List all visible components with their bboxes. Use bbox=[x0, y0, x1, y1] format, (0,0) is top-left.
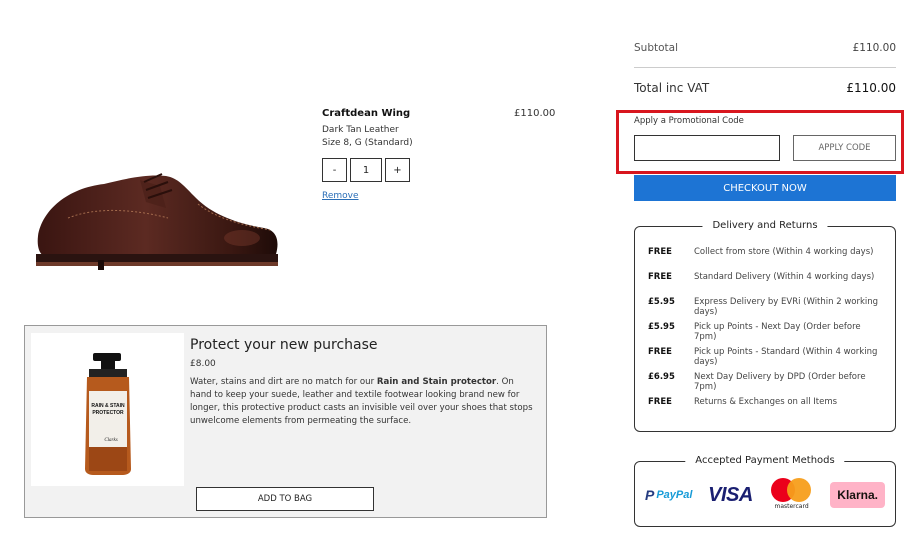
apply-code-button[interactable]: APPLY CODE bbox=[793, 135, 896, 161]
delivery-row: FREE Returns & Exchanges on all Items bbox=[648, 397, 884, 408]
delivery-price: £6.95 bbox=[648, 372, 675, 382]
paypal-icon: P PayPal bbox=[645, 487, 693, 503]
delivery-row: £5.95 Pick up Points - Next Day (Order b… bbox=[648, 322, 884, 342]
promo-label: Apply a Promotional Code bbox=[634, 116, 744, 126]
delivery-row: FREE Collect from store (Within 4 workin… bbox=[648, 247, 884, 258]
payment-logos: P PayPal VISA mastercard Klarna. bbox=[645, 478, 885, 512]
qty-increase-button[interactable]: + bbox=[385, 158, 410, 182]
upsell-description: Water, stains and dirt are no match for … bbox=[190, 377, 533, 426]
delivery-price: FREE bbox=[648, 272, 672, 282]
delivery-price: £5.95 bbox=[648, 297, 675, 307]
shoe-illustration bbox=[36, 173, 278, 270]
spray-bottle-illustration: RAIN & STAIN PROTECTOR Clarks bbox=[85, 353, 131, 475]
qty-input[interactable]: 1 bbox=[350, 158, 382, 182]
payment-methods-box: Accepted Payment Methods P PayPal VISA m… bbox=[634, 455, 896, 527]
total-label: Total inc VAT bbox=[634, 81, 710, 95]
delivery-price: FREE bbox=[648, 247, 672, 257]
mastercard-icon: mastercard bbox=[769, 478, 815, 512]
bottle-label-line2: PROTECTOR bbox=[92, 410, 124, 416]
delivery-desc: Express Delivery by EVRi (Within 2 worki… bbox=[694, 297, 879, 317]
delivery-row: £6.95 Next Day Delivery by DPD (Order be… bbox=[648, 372, 884, 392]
delivery-desc: Standard Delivery (Within 4 working days… bbox=[694, 272, 875, 282]
summary-divider bbox=[634, 67, 896, 68]
payment-title: Accepted Payment Methods bbox=[685, 455, 845, 466]
delivery-row: FREE Pick up Points - Standard (Within 4… bbox=[648, 347, 884, 367]
product-size: Size 8, G (Standard) bbox=[322, 138, 413, 148]
subtotal-label: Subtotal bbox=[634, 42, 678, 54]
product-color: Dark Tan Leather bbox=[322, 125, 399, 135]
bottle-brand: Clarks bbox=[104, 438, 117, 443]
remove-link[interactable]: Remove bbox=[322, 191, 359, 201]
product-name[interactable]: Craftdean Wing bbox=[322, 108, 410, 119]
product-price: £110.00 bbox=[514, 108, 556, 119]
upsell-price: £8.00 bbox=[190, 359, 216, 369]
subtotal-value: £110.00 bbox=[852, 42, 896, 54]
protector-image: RAIN & STAIN PROTECTOR Clarks bbox=[31, 333, 184, 486]
delivery-row: £5.95 Express Delivery by EVRi (Within 2… bbox=[648, 297, 884, 317]
delivery-price: FREE bbox=[648, 347, 672, 357]
delivery-desc: Returns & Exchanges on all Items bbox=[694, 397, 838, 407]
checkout-button[interactable]: CHECKOUT NOW bbox=[634, 175, 896, 201]
delivery-desc: Pick up Points - Standard (Within 4 work… bbox=[694, 347, 878, 367]
delivery-title: Delivery and Returns bbox=[702, 220, 828, 231]
delivery-row: FREE Standard Delivery (Within 4 working… bbox=[648, 272, 884, 283]
total-value: £110.00 bbox=[846, 81, 896, 95]
bottle-label-line1: RAIN & STAIN bbox=[91, 403, 125, 409]
delivery-returns-box: Delivery and Returns FREE Collect from s… bbox=[634, 220, 896, 432]
klarna-icon: Klarna. bbox=[830, 482, 885, 508]
add-to-bag-button[interactable]: ADD TO BAG bbox=[196, 487, 374, 511]
promo-code-input[interactable] bbox=[634, 135, 780, 161]
delivery-desc: Next Day Delivery by DPD (Order before 7… bbox=[694, 372, 866, 392]
qty-decrease-button[interactable]: - bbox=[322, 158, 347, 182]
product-image[interactable] bbox=[28, 158, 286, 298]
upsell-product-name: Rain and Stain protector bbox=[376, 377, 497, 387]
delivery-price: £5.95 bbox=[648, 322, 675, 332]
delivery-desc: Collect from store (Within 4 working day… bbox=[694, 247, 874, 257]
delivery-desc: Pick up Points - Next Day (Order before … bbox=[694, 322, 861, 342]
visa-icon: VISA bbox=[708, 483, 753, 506]
upsell-title: Protect your new purchase bbox=[190, 337, 378, 353]
delivery-price: FREE bbox=[648, 397, 672, 407]
